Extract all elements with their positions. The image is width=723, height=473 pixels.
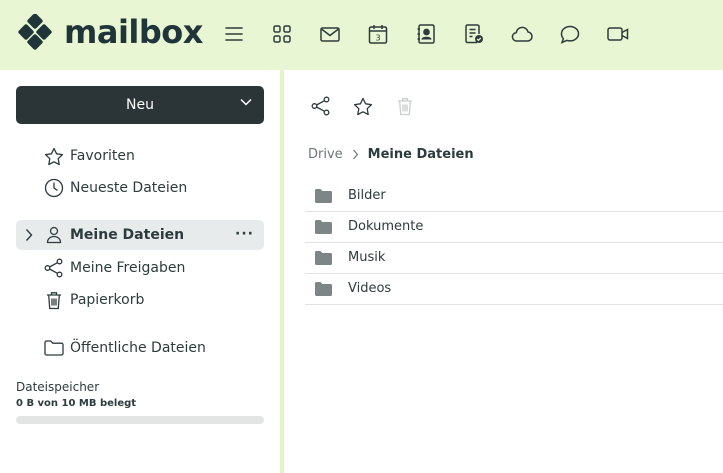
brand-name: mailbox	[64, 13, 203, 51]
contacts-icon[interactable]	[414, 22, 438, 46]
mail-icon[interactable]	[318, 22, 342, 46]
sidebar-item-label: Papierkorb	[70, 292, 145, 308]
trash-icon	[398, 97, 412, 115]
trash-icon	[44, 290, 64, 310]
file-row-bilder[interactable]: Bilder	[305, 181, 723, 212]
sidebar-item-label: Meine Dateien	[70, 227, 185, 243]
file-row-dokumente[interactable]: Dokumente	[305, 212, 723, 243]
sidebar-item-meine-dateien[interactable]: Meine Dateien ···	[16, 220, 264, 250]
folder-icon	[315, 282, 332, 296]
favorite-button[interactable]	[351, 94, 375, 118]
calendar-badge: 3	[375, 34, 380, 43]
sidebar-item-neueste-dateien[interactable]: Neueste Dateien	[16, 173, 264, 203]
sidebar-item-label: Öffentliche Dateien	[70, 340, 206, 356]
file-name: Videos	[348, 281, 392, 296]
sidebar-item-oeffentliche-dateien[interactable]: Öffentliche Dateien	[16, 333, 264, 363]
video-icon[interactable]	[606, 22, 630, 46]
share-icon	[311, 96, 330, 116]
user-icon	[44, 225, 64, 245]
new-button-label: Neu	[126, 97, 154, 113]
file-row-musik[interactable]: Musik	[305, 243, 723, 274]
mailbox-logo[interactable]: mailbox	[18, 10, 203, 54]
apps-grid-icon[interactable]	[270, 22, 294, 46]
breadcrumb-drive[interactable]: Drive	[308, 147, 343, 162]
cloud-icon[interactable]	[510, 22, 534, 46]
sidebar-item-meine-freigaben[interactable]: Meine Freigaben	[16, 253, 264, 283]
clock-icon	[44, 178, 64, 198]
delete-button[interactable]	[393, 94, 417, 118]
chevron-right-icon	[352, 149, 359, 160]
sidebar-item-favoriten[interactable]: Favoriten	[16, 141, 264, 171]
hamburger-menu-icon[interactable]	[222, 22, 246, 46]
file-row-videos[interactable]: Videos	[305, 274, 723, 305]
storage-progress-bar	[16, 416, 264, 424]
file-name: Musik	[348, 250, 386, 265]
share-button[interactable]	[309, 94, 333, 118]
chevron-down-icon	[240, 98, 252, 106]
calendar-icon[interactable]: 3	[366, 22, 390, 46]
folder-icon	[315, 189, 332, 203]
file-name: Dokumente	[348, 219, 424, 234]
folder-icon	[315, 251, 332, 265]
storage-title: Dateispeicher	[16, 380, 100, 394]
breadcrumb: Drive Meine Dateien	[308, 144, 474, 164]
mailbox-logo-icon	[18, 14, 52, 50]
sidebar: Neu Favoriten Neueste Dateien Meine Date…	[0, 70, 280, 473]
star-icon	[353, 97, 373, 115]
chevron-right-icon[interactable]	[25, 228, 33, 242]
more-options-icon[interactable]: ···	[235, 222, 254, 246]
folder-icon	[315, 220, 332, 234]
breadcrumb-current: Meine Dateien	[367, 146, 474, 162]
new-button[interactable]: Neu	[16, 86, 264, 124]
file-list: Bilder Dokumente Musik Videos	[305, 181, 723, 305]
folder-outline-icon	[44, 338, 64, 358]
sidebar-item-papierkorb[interactable]: Papierkorb	[16, 285, 264, 315]
storage-usage: 0 B von 10 MB belegt	[16, 398, 137, 409]
top-bar: mailbox 3	[0, 0, 723, 70]
sidebar-item-label: Neueste Dateien	[70, 180, 188, 196]
file-name: Bilder	[348, 188, 386, 203]
chat-icon[interactable]	[558, 22, 582, 46]
tasks-icon[interactable]	[462, 22, 486, 46]
sidebar-item-label: Meine Freigaben	[70, 260, 186, 276]
share-icon	[44, 258, 64, 278]
sidebar-item-label: Favoriten	[70, 148, 135, 164]
star-icon	[44, 146, 64, 166]
main-content: Drive Meine Dateien Bilder Dokumente Mus…	[284, 70, 723, 473]
